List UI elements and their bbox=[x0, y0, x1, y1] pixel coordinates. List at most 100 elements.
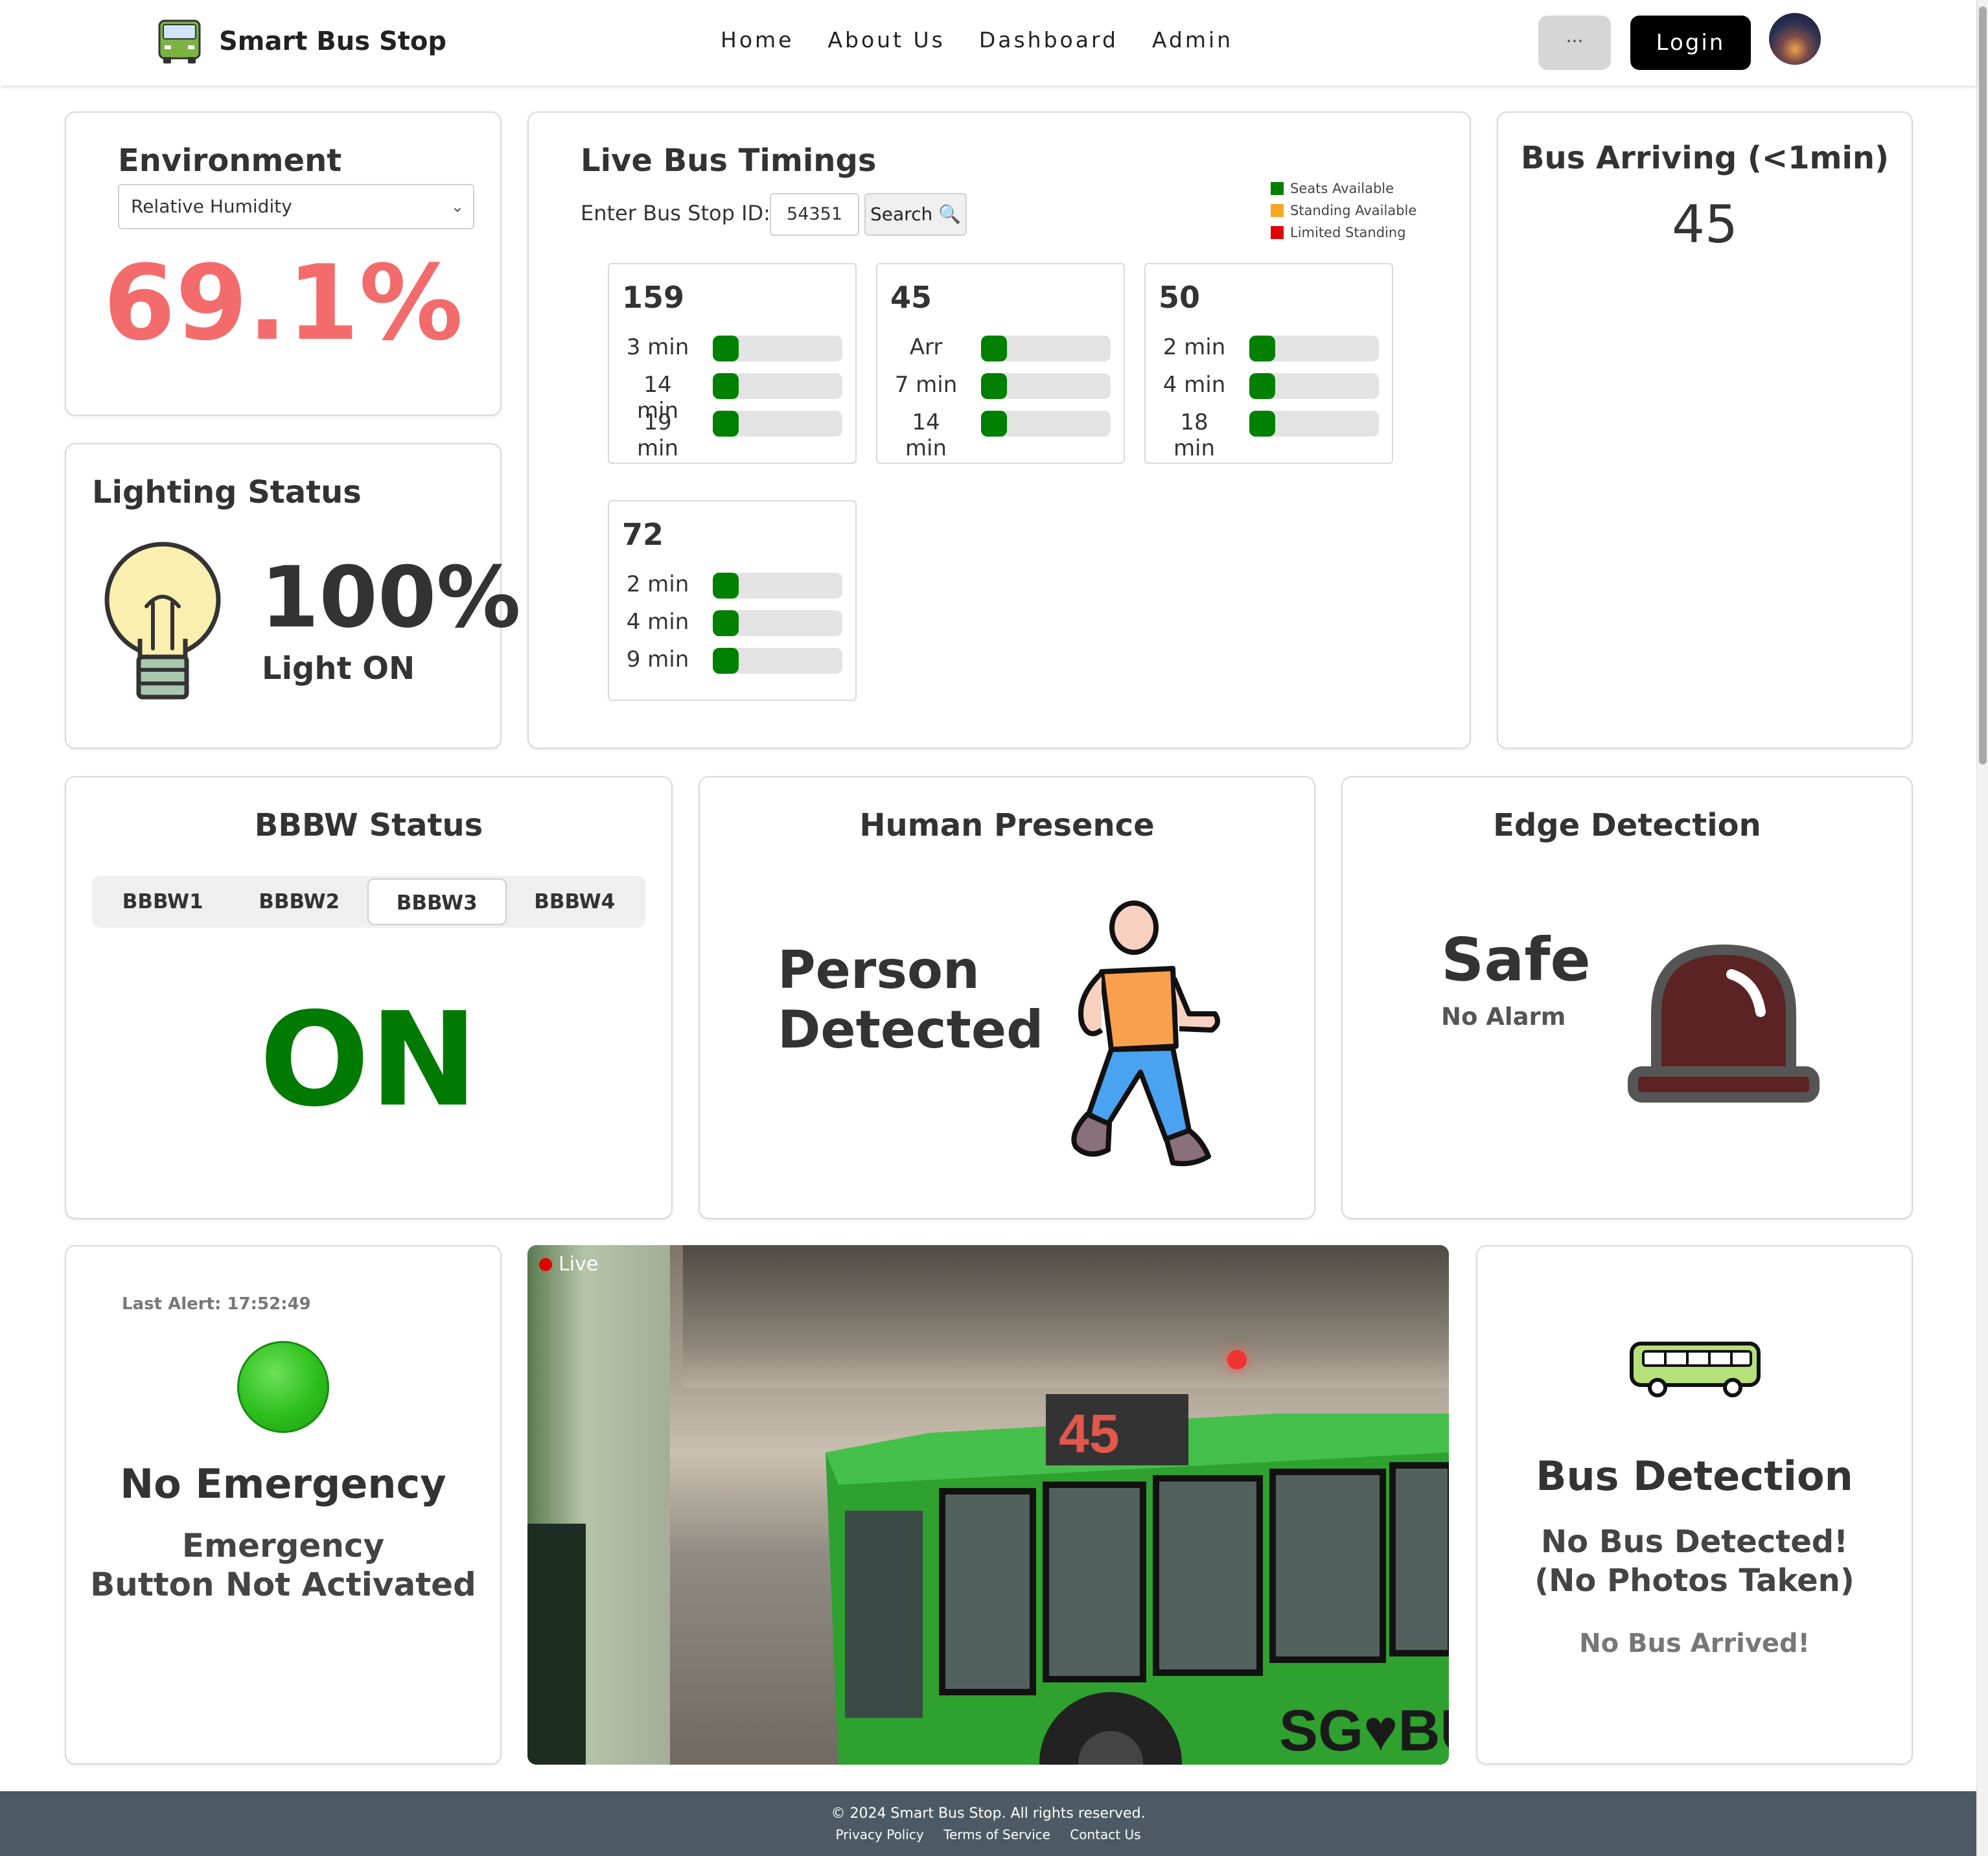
environment-selected-value: Relative Humidity bbox=[131, 196, 292, 217]
bus-eta: 3 min bbox=[626, 334, 689, 360]
avatar[interactable] bbox=[1769, 13, 1821, 65]
emergency-detail-line2: Button Not Activated bbox=[90, 1566, 476, 1603]
legend-swatch-orange bbox=[1271, 204, 1284, 217]
bus-load-fill bbox=[981, 373, 1007, 399]
bus-load-bar bbox=[713, 336, 842, 361]
lighting-percent: 100% bbox=[260, 548, 521, 647]
page-scrollbar[interactable] bbox=[1976, 0, 1988, 1856]
camera-bg-dark bbox=[683, 1245, 1449, 1388]
environment-card: Environment Relative Humidity ⌄ 69.1% bbox=[65, 111, 502, 416]
bus-load-fill bbox=[981, 336, 1007, 361]
bus-service-number: 159 bbox=[622, 280, 685, 315]
model-bus-image: 45 SG♥BUS bbox=[826, 1394, 1449, 1765]
human-presence-title: Human Presence bbox=[859, 807, 1155, 843]
lightbulb-icon bbox=[104, 542, 221, 700]
bus-load-fill bbox=[713, 373, 739, 399]
login-button[interactable]: Login bbox=[1630, 16, 1751, 70]
bus-load-fill bbox=[713, 411, 739, 437]
bus-service-number: 72 bbox=[622, 517, 664, 552]
live-label: Live bbox=[559, 1253, 599, 1276]
bus-timings-card: Live Bus Timings Enter Bus Stop ID: 5435… bbox=[527, 111, 1471, 749]
human-presence-card: Human Presence Person Detected bbox=[699, 776, 1315, 1219]
bus-load-fill bbox=[713, 610, 739, 636]
bus-load-fill bbox=[713, 648, 739, 674]
tab-bbbw1[interactable]: BBBW1 bbox=[95, 878, 231, 925]
camera-pillar bbox=[527, 1524, 586, 1765]
environment-metric-select[interactable]: Relative Humidity ⌄ bbox=[118, 184, 474, 229]
bus-load-bar bbox=[713, 373, 842, 399]
edge-detection-title: Edge Detection bbox=[1493, 807, 1761, 843]
bus-eta: 19 min bbox=[636, 409, 679, 461]
more-button[interactable]: ··· bbox=[1538, 16, 1611, 70]
edge-status: Safe bbox=[1441, 925, 1591, 994]
live-dot-icon bbox=[539, 1257, 552, 1271]
edge-detection-card: Edge Detection Safe No Alarm bbox=[1341, 776, 1913, 1219]
bus-logo-icon bbox=[158, 19, 201, 63]
nav-admin[interactable]: Admin bbox=[1152, 27, 1233, 52]
bus-arriving-card: Bus Arriving (<1min) 45 bbox=[1497, 111, 1913, 749]
search-button[interactable]: Search 🔍 bbox=[864, 193, 967, 236]
bus-service-card[interactable]: 72 2 min 4 min 9 min bbox=[608, 500, 857, 701]
bus-service-card[interactable]: 45 Arr 7 min 14 min bbox=[876, 263, 1125, 464]
live-camera-feed[interactable]: 45 SG♥BUS Live bbox=[527, 1245, 1449, 1765]
bus-detection-status: No Bus Detected! bbox=[1541, 1524, 1848, 1560]
status-indicator-green bbox=[237, 1341, 329, 1433]
bus-stop-input[interactable]: 54351 bbox=[770, 193, 859, 236]
bus-eta: 18 min bbox=[1173, 409, 1216, 461]
bus-stop-label: Enter Bus Stop ID: bbox=[581, 201, 770, 225]
bbbw-tabs: BBBW1 BBBW2 BBBW3 BBBW4 bbox=[92, 876, 645, 928]
bus-load-fill bbox=[1249, 411, 1275, 437]
emergency-card: Last Alert: 17:52:49 No Emergency Emerge… bbox=[65, 1245, 502, 1765]
bus-detection-title: Bus Detection bbox=[1536, 1452, 1853, 1500]
bus-service-number: 45 bbox=[890, 280, 932, 315]
legend-seats: Seats Available bbox=[1271, 178, 1416, 200]
bus-arriving-number: 45 bbox=[1672, 194, 1738, 255]
bus-load-bar bbox=[713, 648, 842, 674]
footer-copyright: © 2024 Smart Bus Stop. All rights reserv… bbox=[831, 1805, 1146, 1822]
bus-livery-text: SG♥BUS bbox=[1279, 1699, 1449, 1763]
bus-detection-arrived: No Bus Arrived! bbox=[1579, 1629, 1810, 1658]
lighting-title: Lighting Status bbox=[92, 474, 362, 510]
bus-service-card[interactable]: 50 2 min 4 min 18 min bbox=[1144, 263, 1393, 464]
bus-icon bbox=[1630, 1342, 1761, 1397]
bus-service-card[interactable]: 159 3 min 14 min 19 min bbox=[608, 263, 857, 464]
top-navbar: Smart Bus Stop Home About Us Dashboard A… bbox=[0, 0, 1976, 86]
bus-eta: 2 min bbox=[626, 571, 689, 597]
environment-title: Environment bbox=[118, 143, 342, 179]
person-status-line1: Person bbox=[778, 940, 980, 1000]
nav-about-us[interactable]: About Us bbox=[827, 27, 945, 52]
nav-dashboard[interactable]: Dashboard bbox=[979, 27, 1118, 52]
humidity-value: 69.1% bbox=[103, 242, 463, 363]
bbbw-state: ON bbox=[259, 985, 478, 1136]
bus-eta: 4 min bbox=[626, 609, 689, 635]
person-status-line2: Detected bbox=[778, 1000, 1044, 1060]
bus-load-bar bbox=[1249, 373, 1379, 399]
tab-bbbw4[interactable]: BBBW4 bbox=[507, 878, 643, 925]
bus-arriving-title: Bus Arriving (<1min) bbox=[1520, 140, 1890, 176]
tab-bbbw3[interactable]: BBBW3 bbox=[367, 878, 507, 925]
brand[interactable]: Smart Bus Stop bbox=[156, 18, 446, 65]
bus-eta: 9 min bbox=[626, 647, 689, 672]
scrollbar-thumb[interactable] bbox=[1979, 6, 1987, 764]
edge-substatus: No Alarm bbox=[1441, 1003, 1566, 1031]
bus-eta: 2 min bbox=[1162, 334, 1226, 360]
footer-privacy-link[interactable]: Privacy Policy bbox=[835, 1827, 923, 1842]
bus-load-fill bbox=[1249, 373, 1275, 399]
walking-person-icon bbox=[1071, 900, 1220, 1167]
emergency-title: No Emergency bbox=[120, 1460, 446, 1507]
legend-swatch-green bbox=[1271, 182, 1284, 195]
tab-bbbw2[interactable]: BBBW2 bbox=[231, 878, 368, 925]
brand-title: Smart Bus Stop bbox=[219, 27, 446, 56]
bbbw-title: BBBW Status bbox=[254, 807, 483, 843]
nav-links: Home About Us Dashboard Admin bbox=[721, 27, 1267, 52]
legend-limited: Limited Standing bbox=[1271, 222, 1416, 244]
footer-terms-link[interactable]: Terms of Service bbox=[943, 1827, 1050, 1842]
person-status: Person Detected bbox=[778, 941, 1043, 1060]
bus-load-bar bbox=[1249, 411, 1379, 437]
alarm-siren-icon bbox=[1628, 945, 1820, 1103]
bus-eta: 4 min bbox=[1162, 372, 1226, 398]
bus-load-fill bbox=[713, 336, 739, 361]
legend-swatch-red bbox=[1271, 226, 1284, 239]
nav-home[interactable]: Home bbox=[721, 27, 794, 52]
footer-contact-link[interactable]: Contact Us bbox=[1070, 1827, 1140, 1842]
